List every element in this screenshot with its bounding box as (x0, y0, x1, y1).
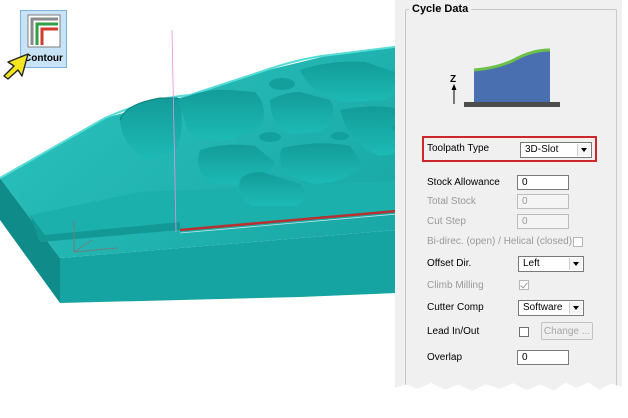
overlap-input[interactable]: 0 (517, 350, 569, 365)
chevron-down-icon (577, 144, 590, 156)
group-title: Cycle Data (409, 3, 472, 15)
slot-profile-diagram: Z (450, 48, 560, 107)
stock-allowance-input[interactable]: 0 (517, 175, 569, 190)
lead-in-out-checkbox[interactable] (519, 327, 529, 337)
contour-icon (27, 14, 61, 48)
chevron-down-icon (569, 302, 582, 314)
total-stock-input[interactable]: 0 (517, 194, 569, 209)
bidirec-checkbox[interactable] (573, 237, 583, 247)
total-stock-label: Total Stock (427, 196, 476, 207)
offset-dir-label: Offset Dir. (427, 258, 472, 269)
toolpath-type-select[interactable]: 3D-Slot (520, 142, 592, 158)
climb-milling-label: Climb Milling (427, 280, 484, 291)
cutter-comp-label: Cutter Comp (427, 302, 484, 313)
overlap-label: Overlap (427, 352, 463, 363)
mouse-pointer-icon (3, 53, 29, 80)
cut-step-input[interactable]: 0 (517, 214, 569, 229)
bidirec-label: Bi-direc. (open) / Helical (closed) (427, 236, 573, 247)
z-axis-label: Z (450, 74, 456, 85)
stock-allowance-label: Stock Allowance (427, 177, 500, 188)
chevron-down-icon (569, 258, 582, 270)
climb-milling-checkbox[interactable] (519, 280, 529, 290)
offset-dir-select[interactable]: Left (518, 256, 584, 272)
cutter-comp-select[interactable]: Software (518, 300, 584, 316)
toolpath-type-label: Toolpath Type (427, 143, 490, 154)
lead-in-out-label: Lead In/Out (427, 326, 480, 337)
machined-part (0, 29, 421, 303)
change-button[interactable]: Change ... (541, 322, 593, 340)
cut-step-label: Cut Step (427, 216, 466, 227)
